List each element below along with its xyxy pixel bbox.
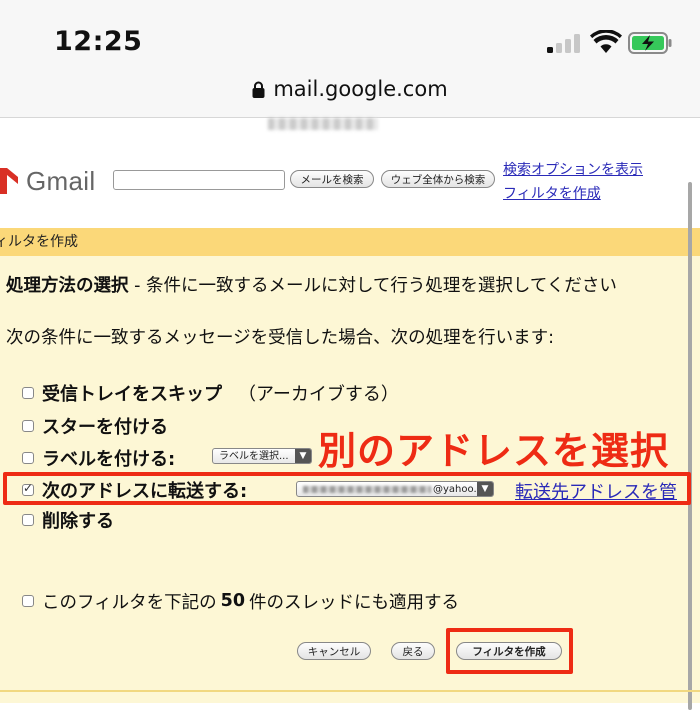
option-label: ラベルを付ける: (42, 449, 176, 470)
forward-highlight-box (3, 472, 691, 505)
filter-panel-heading: ィルタを作成 (0, 228, 700, 256)
option-skip-inbox[interactable]: 受信トレイをスキップ （アーカイブする） (22, 380, 399, 406)
url-text: mail.google.com (273, 77, 448, 101)
gmail-logo[interactable]: Gmail (0, 164, 95, 198)
cellular-signal-icon (547, 33, 583, 53)
section-title-line: 処理方法の選択 - 条件に一致するメールに対して行う処理を選択してください (6, 272, 617, 297)
apply-to-threads-option[interactable]: このフィルタを下記の 50 件のスレッドにも適用する (22, 589, 459, 613)
option-label: 受信トレイをスキップ (42, 384, 222, 405)
apply-text-after: 件のスレッドにも適用する (249, 592, 460, 613)
status-time: 12:25 (54, 26, 143, 57)
page-scrollbar[interactable] (688, 182, 692, 710)
cancel-button[interactable]: キャンセル (297, 642, 371, 660)
option-label: 削除する (42, 511, 114, 532)
address-bar[interactable]: mail.google.com (0, 72, 700, 106)
wifi-icon (590, 30, 622, 53)
blurred-account-text (268, 118, 378, 130)
gmail-m-icon (0, 168, 18, 194)
gmail-page: Gmail メールを検索 ウェブ全体から検索 検索オプションを表示 フィルタを作… (0, 118, 700, 710)
option-sub-label: （アーカイブする） (238, 384, 399, 405)
option-delete[interactable]: 削除する (22, 507, 114, 533)
label-select-value: ラベルを選択... (219, 451, 289, 462)
section-description: - 条件に一致するメールに対して行う処理を選択してください (128, 276, 617, 296)
show-search-options-link[interactable]: 検索オプションを表示 (503, 159, 643, 179)
delete-checkbox[interactable] (22, 514, 34, 526)
skip-inbox-checkbox[interactable] (22, 387, 34, 399)
create-button-highlight-box (446, 628, 573, 674)
apply-text-before: このフィルタを下記の (42, 592, 217, 613)
apply-to-threads-checkbox[interactable] (22, 595, 34, 607)
apply-count: 50 (220, 591, 246, 611)
add-star-checkbox[interactable] (22, 420, 34, 432)
filter-panel-heading-text: ィルタを作成 (0, 234, 78, 250)
panel-bottom-border (0, 690, 700, 692)
option-apply-label[interactable]: ラベルを付ける: (22, 445, 175, 471)
lock-icon (252, 81, 265, 98)
apply-label-checkbox[interactable] (22, 452, 34, 464)
option-label: スターを付ける (42, 417, 168, 438)
search-mail-button[interactable]: メールを検索 (290, 170, 374, 188)
gmail-wordmark: Gmail (26, 165, 96, 196)
mail-search-input[interactable] (113, 170, 285, 190)
back-button[interactable]: 戻る (391, 642, 435, 660)
option-add-star[interactable]: スターを付ける (22, 413, 168, 439)
label-select[interactable]: ラベルを選択... ▼ (212, 448, 312, 464)
search-web-button[interactable]: ウェブ全体から検索 (381, 170, 495, 188)
section-title: 処理方法の選択 (6, 276, 129, 296)
annotation-callout: 別のアドレスを選択 (318, 429, 670, 473)
battery-charging-icon (628, 32, 672, 54)
dropdown-arrow-icon: ▼ (295, 449, 311, 463)
create-filter-link[interactable]: フィルタを作成 (503, 183, 601, 203)
ios-status-bar: 12:25 mail.google.com (0, 0, 700, 118)
condition-text: 次の条件に一致するメッセージを受信した場合、次の処理を行います: (6, 328, 555, 348)
